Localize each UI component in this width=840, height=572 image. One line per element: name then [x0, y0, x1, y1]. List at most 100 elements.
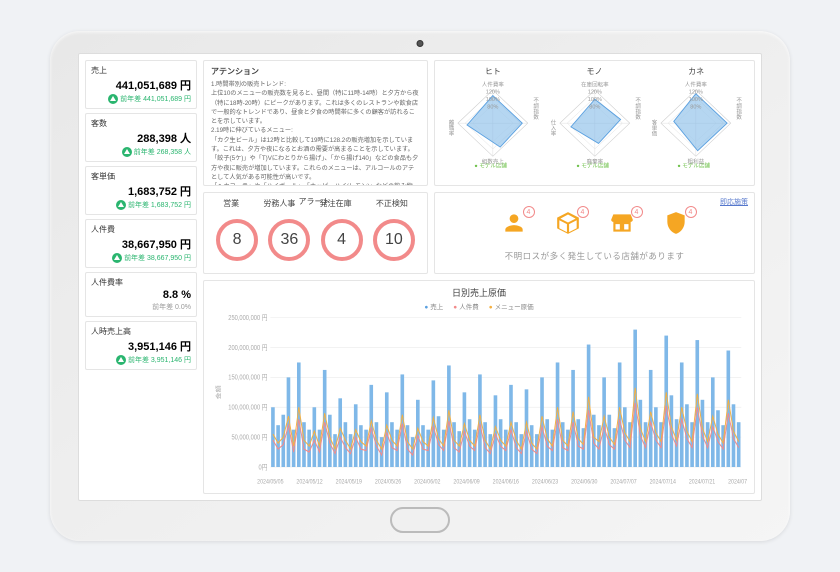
kpi-card[interactable]: 客数 288,398 人 前年差 268,358 人	[85, 113, 197, 162]
svg-text:2024/07/28: 2024/07/28	[728, 479, 747, 486]
svg-text:150,000,000 円: 150,000,000 円	[228, 373, 267, 382]
svg-text:廃棄率: 廃棄率	[586, 158, 603, 166]
attention-body: 1.時間帯別の販売トレンド: 上位10のメニューの販売数を見ると、昼間（特に11…	[211, 80, 420, 186]
svg-text:2024/06/30: 2024/06/30	[571, 479, 598, 486]
kpi-sub: 前年差 441,051,689 円	[91, 94, 191, 104]
alert-circle[interactable]: 36	[268, 219, 310, 261]
svg-text:120%: 120%	[689, 90, 703, 96]
svg-text:人件費率: 人件費率	[482, 80, 505, 88]
svg-text:100,000,000 円: 100,000,000 円	[228, 403, 267, 412]
badge: 4	[577, 206, 589, 218]
arrow-up-icon	[116, 355, 126, 365]
alert-heading: アラート	[299, 196, 331, 207]
svg-text:2024/07/21: 2024/07/21	[689, 479, 715, 486]
arrow-up-icon	[116, 200, 126, 210]
kpi-card[interactable]: 客単価 1,683,752 円 前年差 1,683,752 円	[85, 166, 197, 215]
shield-icon[interactable]: 4	[663, 210, 689, 238]
legend-item: 人件費	[453, 301, 478, 311]
svg-text:120%: 120%	[587, 90, 601, 96]
alert-circle[interactable]: 4	[321, 219, 363, 261]
svg-text:2024/05/12: 2024/05/12	[296, 479, 322, 486]
radar-column: カネ 人件費率 不調指数 客単価 120% 100% 80% ● モデル店舗 粗…	[645, 66, 747, 180]
kpi-sub: 前年差 268,358 人	[91, 147, 191, 157]
alert-title: 不正検知	[376, 198, 408, 209]
alert-title: 労務人事	[263, 198, 295, 209]
main-area: アテンション 1.時間帯別の販売トレンド: 上位10のメニューの販売数を見ると、…	[203, 60, 755, 494]
badge: 4	[523, 206, 535, 218]
svg-text:80%: 80%	[487, 104, 498, 110]
kpi-value: 38,667,950 円	[91, 236, 191, 252]
kpi-label: 人件費率	[91, 277, 191, 288]
kpi-label: 人時売上高	[91, 326, 191, 337]
kpi-value: 1,683,752 円	[91, 183, 191, 199]
svg-text:2024/06/02: 2024/06/02	[414, 479, 440, 486]
alert-circle[interactable]: 8	[216, 219, 258, 261]
svg-text:不調指数: 不調指数	[735, 97, 742, 121]
svg-text:80%: 80%	[691, 104, 702, 110]
kpi-value: 3,951,146 円	[91, 338, 191, 354]
kpi-sub: 前年差 3,951,146 円	[91, 355, 191, 365]
svg-text:2024/06/23: 2024/06/23	[532, 479, 558, 486]
svg-text:120%: 120%	[486, 90, 500, 96]
radar-chart[interactable]: 人件費率 不調指数 客単価 120% 100% 80% ● モデル店舗 粗利益	[645, 79, 747, 171]
home-button[interactable]	[390, 507, 450, 533]
radar-column: ヒト 人件費率 不調指数 離職率 120% 100% 80% ● モデル店舗 組…	[442, 66, 544, 180]
box-icon[interactable]: 4	[555, 210, 581, 238]
kpi-label: 客数	[91, 118, 191, 129]
quick-action-link[interactable]: 即応施策	[720, 197, 748, 207]
camera-dot	[417, 40, 424, 47]
kpi-sub: 前年差 38,667,950 円	[91, 253, 191, 263]
svg-text:50,000,000 円: 50,000,000 円	[231, 433, 267, 442]
chart-title: 日別売上原価	[211, 286, 747, 299]
svg-text:100%: 100%	[587, 97, 601, 103]
arrow-up-icon	[112, 253, 122, 263]
attention-title: アテンション	[211, 66, 420, 77]
badge: 4	[685, 206, 697, 218]
person-icon[interactable]: 4	[501, 210, 527, 238]
svg-text:100%: 100%	[486, 97, 500, 103]
svg-text:組数売上: 組数売上	[482, 158, 505, 166]
svg-text:2024/07/14: 2024/07/14	[650, 479, 677, 486]
radar-column: モノ 在庫回転率 不調指数 仕入率 120% 100% 80% ● モデル店舗 …	[544, 66, 646, 180]
dashboard-screen: 売上 441,051,689 円 前年差 441,051,689 円客数 288…	[78, 53, 762, 501]
radar-chart[interactable]: 人件費率 不調指数 離職率 120% 100% 80% ● モデル店舗 組数売上	[442, 79, 544, 171]
radar-chart[interactable]: 在庫回転率 不調指数 仕入率 120% 100% 80% ● モデル店舗 廃棄率	[544, 79, 646, 171]
store-icon[interactable]: 4	[609, 210, 635, 238]
kpi-value: 8.8 %	[91, 289, 191, 301]
svg-text:2024/05/19: 2024/05/19	[336, 479, 362, 486]
svg-text:客単価: 客単価	[651, 118, 658, 137]
kpi-card[interactable]: 人時売上高 3,951,146 円 前年差 3,951,146 円	[85, 321, 197, 370]
radar-title: カネ	[645, 66, 747, 77]
kpi-label: 人件費	[91, 224, 191, 235]
svg-text:不調指数: 不調指数	[634, 97, 641, 121]
arrow-up-icon	[122, 147, 132, 157]
svg-text:100%: 100%	[689, 97, 703, 103]
kpi-sub: 前年差 1,683,752 円	[91, 200, 191, 210]
daily-chart-card: 日別売上原価 売上 人件費 メニュー原価 0円 50,000,000 円 100,0…	[203, 280, 755, 494]
svg-text:金額: 金額	[214, 385, 222, 400]
tablet-frame: 売上 441,051,689 円 前年差 441,051,689 円客数 288…	[50, 31, 790, 541]
kpi-label: 売上	[91, 65, 191, 76]
svg-text:0円: 0円	[259, 463, 268, 472]
kpi-label: 客単価	[91, 171, 191, 182]
status-icons-card: 即応施策 4 4 4	[434, 192, 755, 274]
chart-legend: 売上 人件費 メニュー原価	[211, 301, 747, 311]
kpi-column: 売上 441,051,689 円 前年差 441,051,689 円客数 288…	[85, 60, 197, 494]
status-message: 不明ロスが多く発生している店舗があります	[442, 250, 747, 262]
svg-text:粗利益: 粗利益	[688, 158, 705, 166]
badge: 4	[631, 206, 643, 218]
kpi-sub: 前年差 0.0%	[91, 302, 191, 312]
kpi-card[interactable]: 売上 441,051,689 円 前年差 441,051,689 円	[85, 60, 197, 109]
svg-text:250,000,000 円: 250,000,000 円	[228, 313, 267, 322]
radar-title: ヒト	[442, 66, 544, 77]
kpi-value: 441,051,689 円	[91, 77, 191, 93]
kpi-card[interactable]: 人件費 38,667,950 円 前年差 38,667,950 円	[85, 219, 197, 268]
kpi-card[interactable]: 人件費率 8.8 % 前年差 0.0%	[85, 272, 197, 317]
attention-card: アテンション 1.時間帯別の販売トレンド: 上位10のメニューの販売数を見ると、…	[203, 60, 428, 186]
legend-item: メニュー原価	[489, 301, 534, 311]
svg-text:在庫回転率: 在庫回転率	[581, 80, 609, 88]
alert-circle[interactable]: 10	[373, 219, 415, 261]
arrow-up-icon	[108, 94, 118, 104]
svg-text:離職率: 離職率	[448, 118, 455, 137]
chart-svg[interactable]: 0円 50,000,000 円 100,000,000 円 150,000,000 円…	[211, 313, 747, 488]
